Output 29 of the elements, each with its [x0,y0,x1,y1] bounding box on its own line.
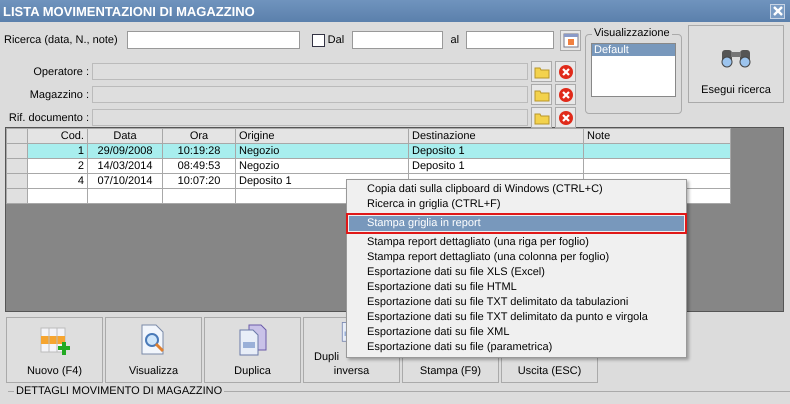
table-cell: 29/09/2008 [88,144,162,158]
filter-label: Rif. documento : [8,112,90,124]
table-cell: Deposito 1 [408,158,584,174]
section-title: DETTAGLI MOVIMENTO DI MAGAZZINO [14,385,224,397]
table-cell: 08:49:53 [162,158,236,174]
table-cell: 10:19:28 [162,144,236,158]
button-label: Nuovo (F4) [26,364,82,378]
table-cell: 2 [28,158,88,174]
table-cell: Negozio [236,158,408,174]
table-cell: 14/03/2014 [88,158,162,174]
from-label: Dal [328,34,346,46]
filter-label: Magazzino : [28,88,90,100]
button-label: Visualizza [128,364,178,378]
table-cell: Negozio [236,144,408,158]
table-cell: Deposito 1 [408,144,584,158]
filter-label: Operatore : [32,66,90,78]
button-label: Dupli [313,350,340,364]
button-label: Stampa (F9) [420,364,482,378]
table-cell: 07/10/2014 [88,174,162,188]
button-label: Duplica [234,364,271,378]
table-cell: 10:07:20 [162,174,236,188]
view-group-title: Visualizzazione [592,27,672,39]
window-title: LISTA MOVIMENTAZIONI DI MAGAZZINO [3,4,255,18]
button-label: Uscita (ESC) [518,364,582,378]
to-label: al [450,34,460,46]
button-label: inversa [334,364,370,378]
table-cell: 4 [28,174,88,188]
table-cell: 1 [28,144,88,158]
search-label: Ricerca (data, N., note) [4,34,119,46]
